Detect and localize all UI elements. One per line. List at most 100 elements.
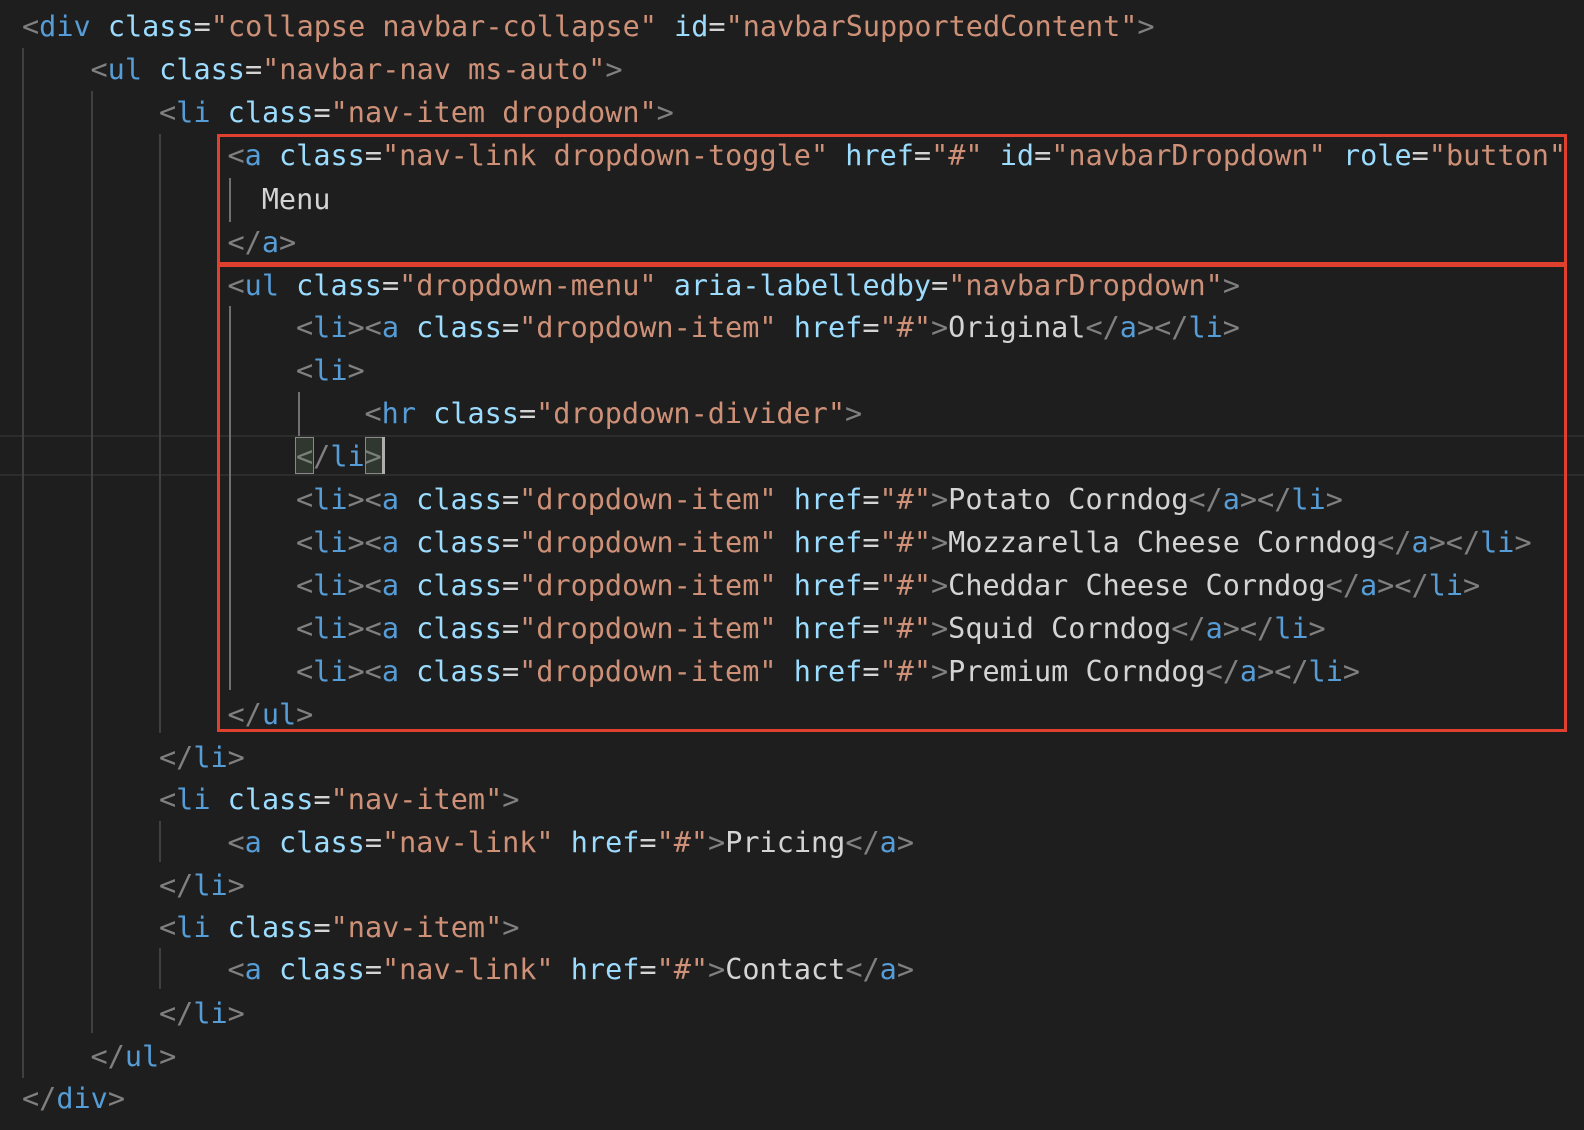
code-token: a — [244, 826, 262, 859]
code-token: > — [708, 826, 726, 859]
code-token: "nav-item" — [330, 783, 503, 816]
code-token: > — [227, 997, 245, 1030]
code-token: = — [244, 53, 263, 86]
code-token: class — [279, 953, 365, 986]
code-line: <li class="nav-item dropdown"> — [159, 91, 674, 134]
code-token: "navbar-nav ms-auto" — [262, 53, 606, 86]
code-token: li — [176, 911, 211, 944]
code-token: > — [896, 826, 914, 859]
code-token: < — [227, 953, 245, 986]
code-line: <li class="nav-item"> — [159, 778, 519, 821]
code-token: = — [364, 826, 382, 859]
code-line: </li> — [159, 736, 245, 779]
indent-guide — [22, 48, 24, 1078]
code-token: class — [279, 826, 365, 859]
code-token: = — [639, 826, 657, 859]
code-token: "nav-link" — [381, 826, 554, 859]
code-token: </ — [22, 1082, 57, 1115]
code-token: < — [22, 10, 40, 43]
code-line: </li> — [159, 992, 245, 1035]
code-token: = — [708, 10, 726, 43]
code-token: li — [193, 741, 228, 774]
code-token: id — [674, 10, 709, 43]
code-token: div — [56, 1082, 108, 1115]
code-token: > — [656, 96, 674, 129]
code-token: class — [227, 783, 314, 816]
code-token: > — [227, 741, 245, 774]
code-token: = — [313, 911, 331, 944]
code-token: href — [570, 953, 640, 986]
code-token: Contact — [725, 953, 846, 986]
code-token: </ — [845, 826, 880, 859]
code-token: ul — [124, 1040, 160, 1073]
code-token: > — [107, 1082, 125, 1115]
code-token: = — [313, 96, 331, 129]
text-cursor — [382, 437, 385, 474]
bracket-match-open — [295, 437, 314, 474]
code-token: < — [227, 826, 245, 859]
code-token: > — [605, 53, 623, 86]
code-token: "#" — [656, 826, 709, 859]
code-token: </ — [159, 741, 194, 774]
code-token: = — [364, 953, 382, 986]
code-token: </ — [845, 953, 880, 986]
code-token: < — [159, 96, 177, 129]
code-token: ul — [107, 53, 142, 86]
code-token: a — [244, 953, 262, 986]
code-token: </ — [90, 1040, 125, 1073]
code-line: </li> — [159, 864, 245, 907]
code-editor[interactable]: <div class="collapse navbar-collapse" id… — [0, 0, 1584, 1130]
code-token: Pricing — [725, 826, 846, 859]
code-token: li — [176, 783, 211, 816]
code-token: = — [193, 10, 211, 43]
code-token: class — [107, 10, 194, 43]
indent-guide — [91, 91, 93, 1033]
indent-guide — [159, 134, 161, 733]
code-line: <a class="nav-link" href="#">Pricing</a> — [228, 821, 915, 864]
code-token: class — [227, 96, 314, 129]
code-token: "#" — [656, 953, 709, 986]
code-token: < — [90, 53, 108, 86]
code-token: > — [1137, 10, 1155, 43]
code-token: < — [159, 911, 177, 944]
code-token: "nav-item" — [330, 911, 503, 944]
code-token: = — [639, 953, 657, 986]
code-token: class — [159, 53, 245, 86]
code-token: </ — [159, 997, 194, 1030]
code-token: li — [193, 869, 228, 902]
code-line: </ul> — [91, 1035, 177, 1078]
code-token: = — [313, 783, 331, 816]
code-line: <ul class="navbar-nav ms-auto"> — [91, 48, 623, 91]
code-token: a — [879, 826, 897, 859]
code-token: "nav-link" — [381, 953, 554, 986]
code-line: <a class="nav-link" href="#">Contact</a> — [228, 948, 915, 991]
highlight-box-dropdown-toggle — [217, 134, 1567, 265]
code-token: "nav-item dropdown" — [330, 96, 657, 129]
code-token: > — [708, 953, 726, 986]
code-token: > — [227, 869, 245, 902]
code-line: <div class="collapse navbar-collapse" id… — [22, 5, 1155, 48]
code-token: a — [879, 953, 897, 986]
code-token: div — [39, 10, 91, 43]
code-token: > — [502, 911, 520, 944]
code-token: href — [570, 826, 640, 859]
code-token: "collapse navbar-collapse" — [210, 10, 657, 43]
code-token: < — [159, 783, 177, 816]
code-token: li — [193, 997, 228, 1030]
code-line: <li class="nav-item"> — [159, 906, 519, 949]
code-token: </ — [159, 869, 194, 902]
code-token: "navbarSupportedContent" — [725, 10, 1138, 43]
code-token: > — [159, 1040, 177, 1073]
code-token: > — [896, 953, 914, 986]
indent-guide — [159, 821, 161, 862]
